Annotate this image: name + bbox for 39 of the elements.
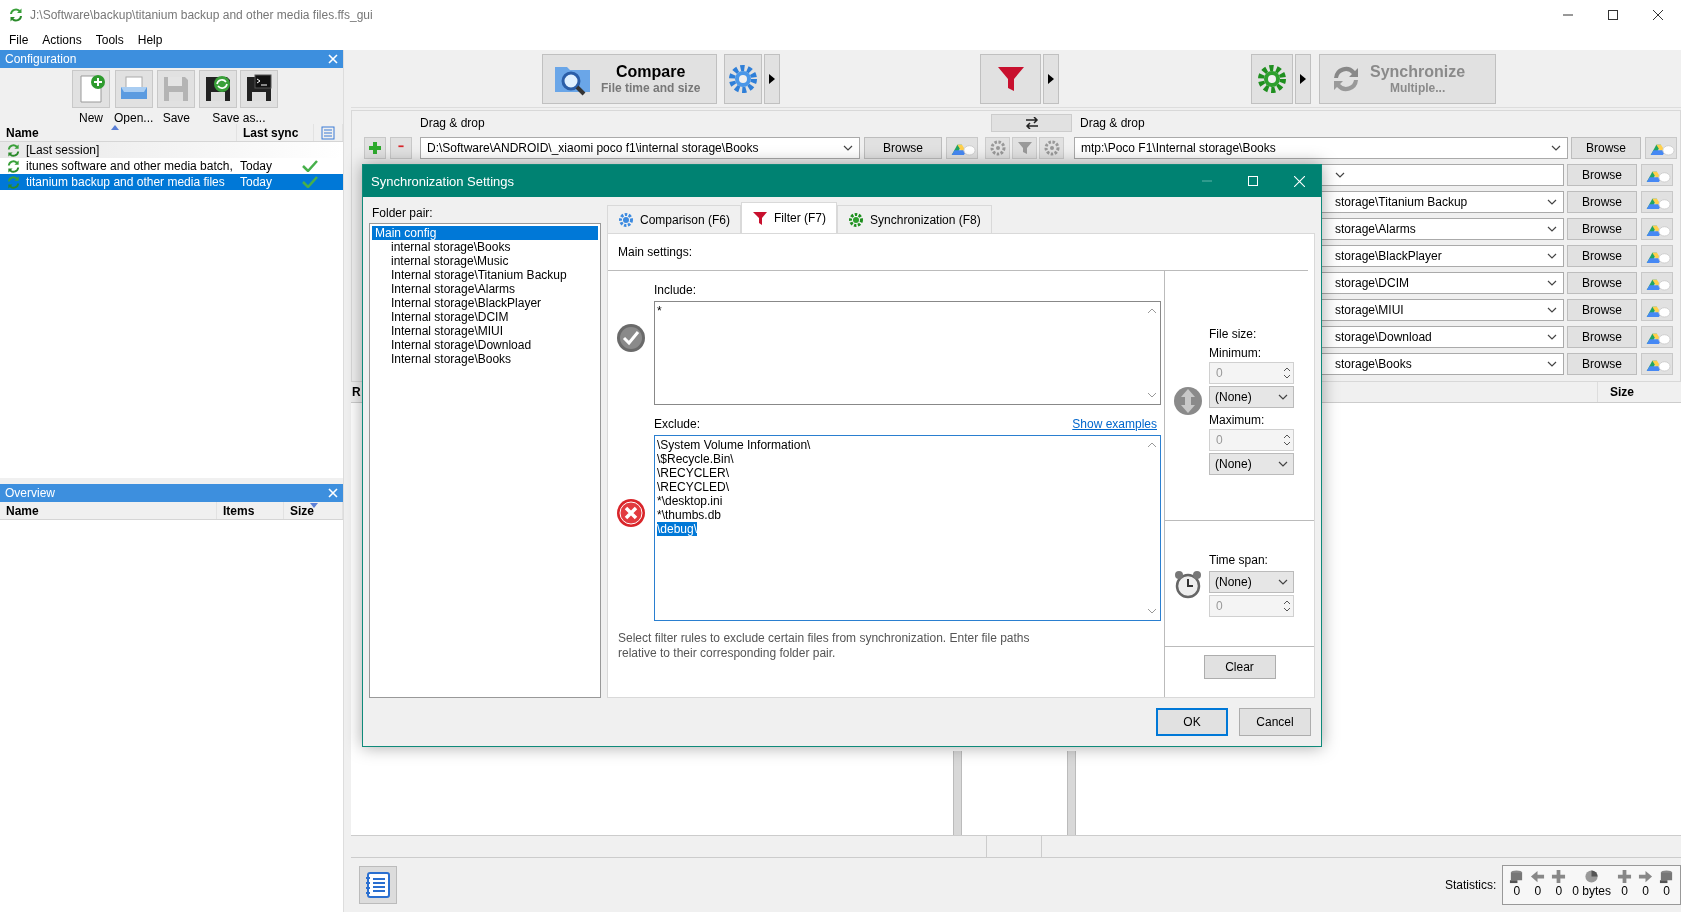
filter-line: *	[657, 304, 662, 318]
filter-line: \RECYCLER\	[657, 466, 730, 480]
field-label: Maximum:	[1209, 411, 1266, 429]
statistic-value: 0	[1663, 884, 1670, 898]
field-label: Exclude:	[654, 417, 701, 431]
tool-label: Save	[162, 111, 191, 125]
statistic-value: 0	[1534, 884, 1542, 898]
hint-text: Select filter rules to exclude certain files from synchronization. Enter file paths relative to their corresponding folder pair.	[618, 631, 1031, 661]
panel-title: Overview	[5, 486, 55, 500]
filter-line: *\thumbs.db	[657, 508, 722, 522]
filter-line: *\desktop.ini	[657, 494, 723, 508]
tool-label: Open...	[114, 111, 154, 125]
statistic-value: 0	[1555, 884, 1563, 898]
drag-drop-label: Drag & drop	[1080, 115, 1145, 130]
filter-line: \System Volume Information\	[657, 438, 811, 452]
config-name: [Last session]	[26, 143, 101, 157]
field-label: Minimum:	[1209, 344, 1262, 362]
statistic-value: 0	[1513, 884, 1521, 898]
field-label: Time span:	[1209, 551, 1269, 569]
field-label: File size:	[1209, 325, 1258, 343]
section-label: Main settings:	[618, 245, 693, 259]
drag-drop-label: Drag & drop	[420, 115, 486, 130]
window-title: J:\Software\backup\titanium backup and other media files.ffs_gui	[30, 8, 373, 22]
filter-line: \RECYCLED\	[657, 480, 730, 494]
last-sync: Today	[240, 159, 274, 173]
statistics-label: Statistics:	[1444, 878, 1497, 892]
panel-title: Configuration	[5, 52, 77, 66]
folder-pair-label: Folder pair:	[371, 205, 434, 222]
statistic-value: 0 bytes	[1572, 884, 1611, 898]
last-sync: Today	[240, 175, 274, 189]
tool-label: Save as...	[212, 111, 266, 125]
config-name: itunes software and other media batch,	[26, 159, 234, 173]
tool-label: New	[79, 111, 103, 125]
config-name: titanium backup and other media files	[26, 175, 226, 189]
statistic-value: 0	[1642, 884, 1649, 898]
dialog-title: Synchronization Settings	[371, 173, 515, 189]
filter-line: \$Recycle.Bin\	[657, 452, 734, 466]
statistic-value: 0	[1621, 884, 1628, 898]
field-label: Include:	[654, 283, 697, 297]
